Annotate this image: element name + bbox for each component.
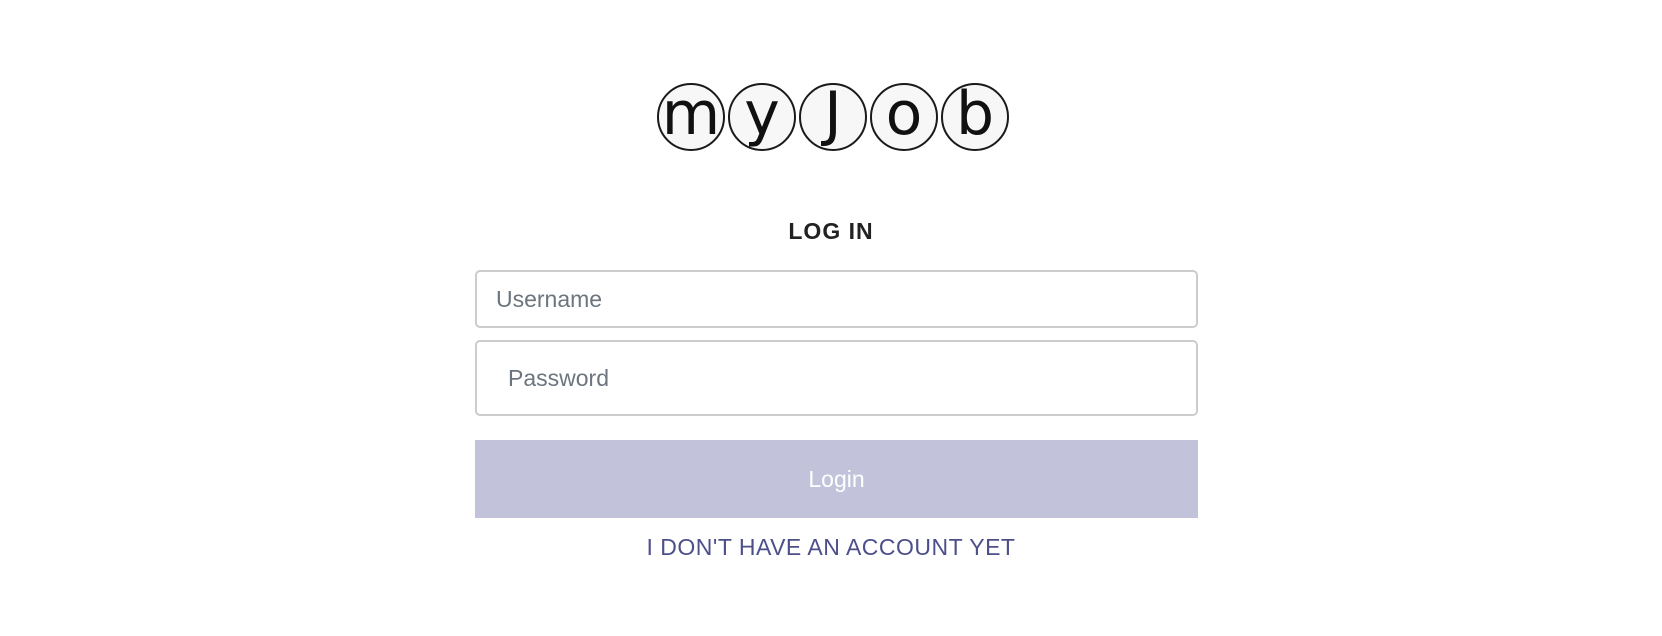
password-input[interactable] <box>475 340 1198 416</box>
myjob-logo: m y J o b <box>657 81 1012 153</box>
logo-letter-b: b <box>941 83 1009 151</box>
logo-letter-y: y <box>728 83 796 151</box>
signup-link[interactable]: I DON'T HAVE AN ACCOUNT YET <box>0 534 1662 561</box>
login-page: m y J o b LOG IN Login I DON'T HAVE AN A… <box>0 0 1662 636</box>
username-input[interactable] <box>475 270 1198 328</box>
logo-letter-o: o <box>870 83 938 151</box>
login-button[interactable]: Login <box>475 440 1198 518</box>
logo-letter-m: m <box>657 83 725 151</box>
logo-letter-j: J <box>799 83 867 151</box>
login-title: LOG IN <box>788 218 874 244</box>
